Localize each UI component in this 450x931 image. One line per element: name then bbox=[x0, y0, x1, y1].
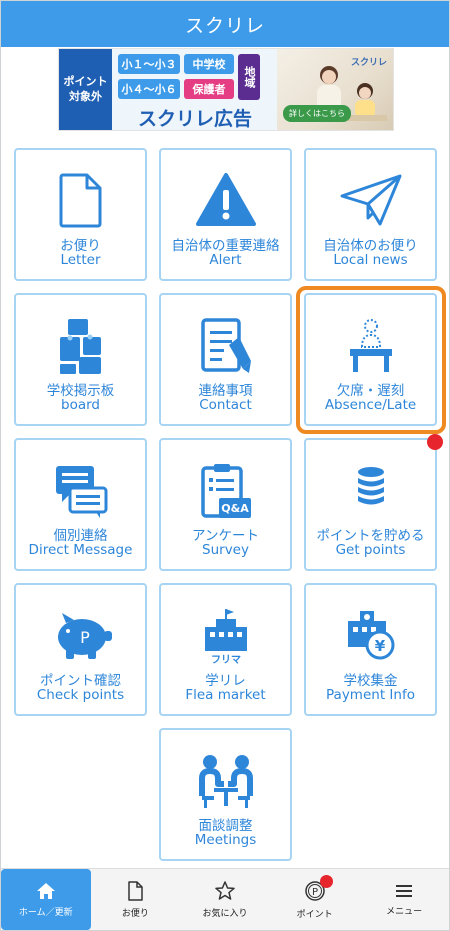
ad-chip-grade-4-6: 小４～小６ bbox=[118, 79, 180, 99]
bulletin-board-icon bbox=[59, 319, 101, 374]
chat-bubbles-icon bbox=[55, 466, 107, 518]
tile-letter-label-en: Letter bbox=[60, 252, 101, 268]
nav-favorites[interactable]: お気に入り bbox=[180, 869, 270, 930]
tile-board-label-jp: 学校掲示板 bbox=[46, 383, 115, 399]
tile-check-points-label-en: Check points bbox=[36, 687, 125, 703]
survey-badge: Q&A bbox=[221, 502, 249, 515]
flea-market-badge: フリマ bbox=[211, 654, 241, 665]
tile-local-news-label-en: Local news bbox=[333, 252, 408, 268]
school-yen-icon: ¥ bbox=[347, 611, 394, 660]
tile-local-news-label-jp: 自治体のお便り bbox=[323, 238, 418, 254]
payment-yen-badge: ¥ bbox=[374, 637, 385, 655]
tile-get-points-label-en: Get points bbox=[335, 542, 406, 558]
tile-direct-message[interactable]: 個別連絡 Direct Message bbox=[14, 438, 147, 571]
tile-absence-late-label-en: Absence/Late bbox=[324, 397, 417, 413]
home-icon bbox=[36, 882, 55, 899]
tile-alert-label-jp: 自治体の重要連絡 bbox=[171, 238, 280, 254]
tile-check-points[interactable]: P ポイント確認 Check points bbox=[14, 583, 147, 716]
tile-survey[interactable]: Q&A アンケート Survey bbox=[159, 438, 292, 571]
menu-icon bbox=[396, 884, 413, 897]
piggy-bank-badge: P bbox=[80, 628, 90, 647]
tile-board-label-en: board bbox=[61, 397, 100, 413]
tile-flea-market-label-jp: 学リレ bbox=[205, 673, 246, 689]
nav-points[interactable]: P ポイント bbox=[270, 869, 360, 930]
tile-contact[interactable]: 連絡事項 Contact bbox=[159, 293, 292, 426]
paper-plane-icon bbox=[340, 174, 401, 226]
tile-meetings[interactable]: 面談調整 Meetings bbox=[159, 728, 292, 861]
tile-absence-late[interactable]: 欠席・遅刻 Absence/Late bbox=[304, 293, 437, 426]
coin-stack-icon bbox=[357, 467, 384, 505]
ad-chip-guardian: 保護者 bbox=[184, 79, 234, 99]
tile-letter-label-jp: お便り bbox=[60, 238, 101, 254]
tile-contact-label-en: Contact bbox=[199, 397, 252, 413]
nav-home-label: ホーム／更新 bbox=[18, 907, 73, 918]
ad-main: 小１～小３ 中学校 地域 小４～小６ 保護者 スクリレ広告 bbox=[112, 49, 277, 130]
nav-points-label: ポイント bbox=[296, 909, 333, 920]
nav-menu[interactable]: メニュー bbox=[359, 869, 449, 930]
document-icon bbox=[128, 880, 144, 901]
ad-chip-region: 地域 bbox=[238, 54, 260, 100]
notification-dot bbox=[427, 434, 443, 450]
tile-meetings-label-jp: 面談調整 bbox=[198, 818, 253, 834]
ad-logo: スクリレ bbox=[350, 58, 387, 68]
empty-desk-icon bbox=[349, 319, 392, 372]
ad-chip-grade-1-3: 小１～小３ bbox=[118, 54, 180, 74]
document-icon bbox=[59, 173, 101, 228]
tile-letter[interactable]: お便り Letter bbox=[14, 148, 147, 281]
nav-letter-label: お便り bbox=[121, 908, 149, 919]
memo-pen-icon bbox=[200, 318, 251, 373]
ad-points-excluded-label: ポイント対象外 bbox=[59, 49, 112, 130]
tile-local-news[interactable]: 自治体のお便り Local news bbox=[304, 148, 437, 281]
star-icon bbox=[215, 880, 235, 900]
tile-get-points[interactable]: ポイントを貯める Get points bbox=[304, 438, 437, 571]
tile-direct-message-label-en: Direct Message bbox=[28, 542, 133, 558]
tile-survey-label-en: Survey bbox=[202, 542, 249, 558]
piggy-bank-icon: P bbox=[57, 613, 112, 659]
tile-direct-message-label-jp: 個別連絡 bbox=[53, 528, 108, 544]
tile-payment-info-label-jp: 学校集金 bbox=[343, 673, 398, 689]
tile-board[interactable]: 学校掲示板 board bbox=[14, 293, 147, 426]
tile-alert[interactable]: 自治体の重要連絡 Alert bbox=[159, 148, 292, 281]
app-title: スクリレ bbox=[184, 14, 265, 37]
points-notification-dot bbox=[319, 875, 333, 888]
point-coin-badge: P bbox=[312, 887, 318, 898]
tile-get-points-label-jp: ポイントを貯める bbox=[316, 528, 425, 544]
warning-icon bbox=[195, 173, 256, 226]
ad-title: スクリレ広告 bbox=[137, 107, 252, 130]
ad-chip-junior-high: 中学校 bbox=[184, 54, 234, 74]
nav-letter[interactable]: お便り bbox=[91, 869, 181, 930]
ad-cta-button[interactable]: 詳しくはこちら bbox=[283, 105, 351, 122]
tile-absence-late-label-jp: 欠席・遅刻 bbox=[336, 383, 405, 399]
survey-clipboard-icon: Q&A bbox=[200, 464, 251, 518]
tile-contact-label-jp: 連絡事項 bbox=[198, 383, 253, 399]
bottom-nav: ホーム／更新 お便り お気に入り P ポイント メニュー bbox=[1, 868, 449, 930]
tile-meetings-label-en: Meetings bbox=[194, 832, 257, 848]
ad-banner[interactable]: ポイント対象外 小１～小３ 中学校 地域 小４～小６ 保護者 スクリレ広告 スク… bbox=[58, 48, 394, 131]
tile-survey-label-jp: アンケート bbox=[192, 528, 259, 544]
nav-home[interactable]: ホーム／更新 bbox=[1, 869, 91, 930]
app-header: スクリレ bbox=[1, 1, 449, 47]
nav-menu-label: メニュー bbox=[386, 906, 423, 917]
tile-flea-market[interactable]: フリマ 学リレ Flea market bbox=[159, 583, 292, 716]
tile-flea-market-label-en: Flea market bbox=[185, 687, 266, 703]
meeting-icon bbox=[198, 755, 253, 808]
ad-photo: スクリレ 詳しくはこちら bbox=[277, 49, 393, 130]
tile-check-points-label-jp: ポイント確認 bbox=[40, 673, 121, 689]
tile-payment-info[interactable]: ¥ 学校集金 Payment Info bbox=[304, 583, 437, 716]
tile-payment-info-label-en: Payment Info bbox=[326, 687, 415, 703]
tile-alert-label-en: Alert bbox=[209, 252, 242, 268]
school-building-icon: フリマ bbox=[204, 609, 247, 665]
nav-favorites-label: お気に入り bbox=[202, 908, 248, 919]
